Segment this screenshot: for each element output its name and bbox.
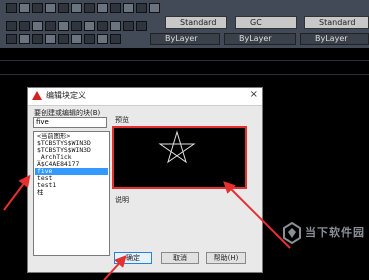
arrow-to-ok [103, 255, 127, 280]
arrow-to-list [3, 174, 31, 211]
watermark-logo-icon [283, 222, 301, 244]
arrow-to-preview [223, 181, 291, 249]
watermark-text: 当下软件园 [305, 226, 365, 239]
